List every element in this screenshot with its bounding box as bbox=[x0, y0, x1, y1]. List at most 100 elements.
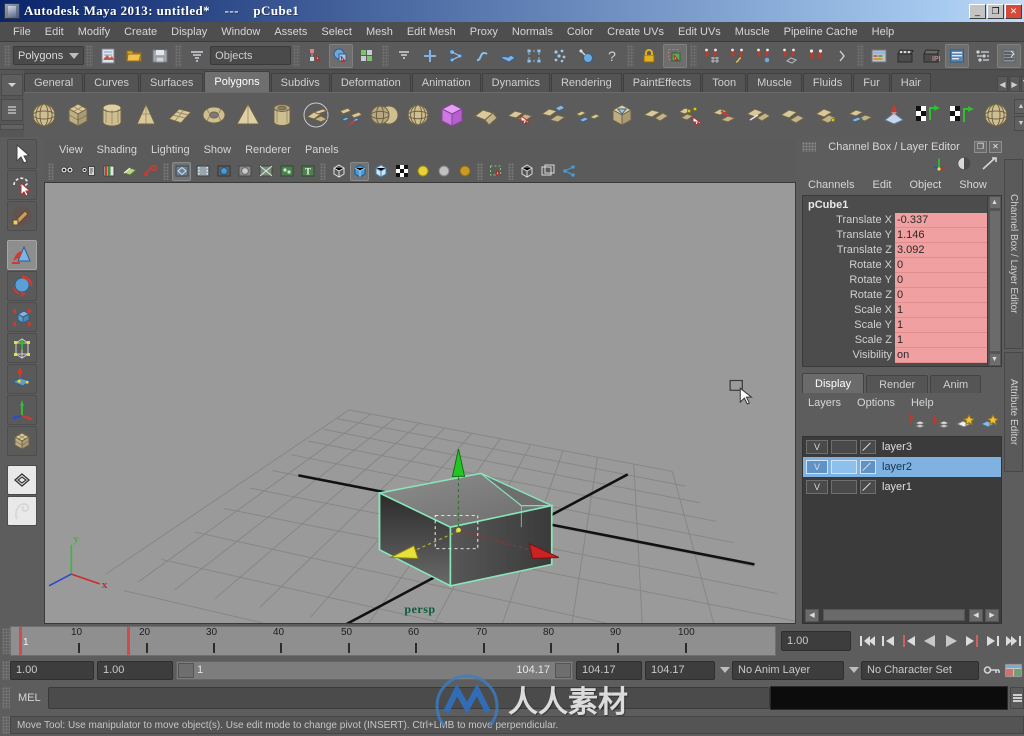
character-set-dropdown-icon[interactable] bbox=[847, 661, 861, 680]
side-tab-channel-box[interactable]: Channel Box / Layer Editor bbox=[1004, 159, 1023, 349]
go-to-start-icon[interactable] bbox=[856, 630, 877, 652]
viewport-menu-renderer[interactable]: Renderer bbox=[238, 143, 298, 157]
layer-editor-tab-render[interactable]: Render bbox=[866, 375, 929, 393]
shelf-tab-muscle[interactable]: Muscle bbox=[747, 73, 802, 92]
play-backwards-icon[interactable] bbox=[919, 630, 940, 652]
menu-help[interactable]: Help bbox=[865, 24, 902, 40]
menu-edit-uvs[interactable]: Edit UVs bbox=[671, 24, 728, 40]
construction-history-icon[interactable] bbox=[867, 44, 891, 68]
show-manipulators-icon[interactable] bbox=[931, 156, 948, 174]
channel-label[interactable]: Translate Z bbox=[803, 243, 895, 258]
lasso-select-tool-icon[interactable] bbox=[7, 170, 37, 200]
highlight-selection-icon[interactable] bbox=[663, 43, 687, 68]
viewport-menu-lighting[interactable]: Lighting bbox=[144, 143, 197, 157]
channel-row[interactable]: Translate X -0.337 bbox=[803, 213, 987, 228]
vp-grip-1[interactable] bbox=[48, 162, 54, 180]
universal-manipulator-icon[interactable] bbox=[7, 333, 37, 363]
menu-proxy[interactable]: Proxy bbox=[463, 24, 505, 40]
step-back-frame-icon[interactable] bbox=[877, 630, 898, 652]
shelf-tab-hair[interactable]: Hair bbox=[890, 73, 931, 92]
insert-edge-loop-icon[interactable] bbox=[810, 99, 842, 131]
menu-select[interactable]: Select bbox=[314, 24, 359, 40]
anim-layer-dropdown-icon[interactable] bbox=[718, 661, 732, 680]
range-bar-left-handle[interactable] bbox=[178, 662, 194, 678]
smooth-icon[interactable] bbox=[640, 99, 672, 131]
shelf-tab-rendering[interactable]: Rendering bbox=[550, 73, 622, 92]
step-forward-frame-icon[interactable] bbox=[982, 630, 1003, 652]
vp-grip-3[interactable] bbox=[320, 162, 326, 180]
poly-pipe-icon[interactable] bbox=[266, 99, 298, 131]
channel-value[interactable]: 1 bbox=[895, 303, 987, 318]
vp-grip-2[interactable] bbox=[163, 162, 169, 180]
menu-file[interactable]: File bbox=[6, 24, 38, 40]
layer-editor-tab-display[interactable]: Display bbox=[802, 373, 865, 393]
statusline-grip-5[interactable] bbox=[382, 44, 389, 67]
poly-helix-icon[interactable] bbox=[334, 99, 366, 131]
shelf-tab-dynamics[interactable]: Dynamics bbox=[481, 73, 550, 92]
channel-value[interactable]: 0 bbox=[895, 273, 987, 288]
poly-plane-icon[interactable] bbox=[164, 99, 196, 131]
poly-platonic-icon[interactable] bbox=[402, 99, 434, 131]
step-back-key-icon[interactable] bbox=[898, 630, 919, 652]
layer-visibility-toggle[interactable]: V bbox=[806, 440, 828, 454]
viewport-menu-show[interactable]: Show bbox=[197, 143, 239, 157]
create-uvs-icon[interactable] bbox=[912, 99, 944, 131]
layer-row[interactable]: Vlayer3 bbox=[803, 437, 1001, 457]
channel-row[interactable]: Scale Y1 bbox=[803, 318, 987, 333]
channel-label[interactable]: Visibility bbox=[803, 348, 895, 363]
menu-window[interactable]: Window bbox=[214, 24, 267, 40]
shelf-options-menu-button[interactable] bbox=[1, 99, 23, 121]
select-by-hierarchy-icon[interactable] bbox=[303, 44, 327, 68]
smooth-shade-all-icon[interactable] bbox=[350, 161, 369, 181]
channel-label[interactable]: Rotate Y bbox=[803, 273, 895, 288]
layer-name[interactable]: layer2 bbox=[879, 461, 912, 473]
open-tool-settings-icon[interactable] bbox=[971, 44, 995, 68]
channel-row[interactable]: Translate Z 3.092 bbox=[803, 243, 987, 258]
shelf-tab-polygons[interactable]: Polygons bbox=[204, 71, 270, 92]
split-polygon-icon[interactable] bbox=[844, 99, 876, 131]
channel-box-scrollbar[interactable]: ▲ ▼ bbox=[987, 196, 1001, 366]
layer-editor-menu-layers[interactable]: Layers bbox=[808, 397, 841, 409]
statusline-grip-8[interactable] bbox=[857, 44, 864, 67]
render-settings-icon[interactable] bbox=[945, 43, 969, 68]
paint-select-tool-icon[interactable] bbox=[7, 201, 37, 231]
ipr-render-icon[interactable]: IPR bbox=[919, 44, 943, 68]
menu-color[interactable]: Color bbox=[560, 24, 600, 40]
select-rendering-icon[interactable] bbox=[574, 44, 598, 68]
channel-label[interactable]: Translate X bbox=[803, 213, 895, 228]
smooth-shade-selected-icon[interactable] bbox=[371, 162, 390, 181]
new-scene-icon[interactable] bbox=[96, 44, 120, 68]
selection-mask-menu-icon[interactable] bbox=[185, 44, 209, 68]
channel-label[interactable]: Scale Z bbox=[803, 333, 895, 348]
layer-name[interactable]: layer3 bbox=[879, 441, 912, 453]
cut-faces-icon[interactable] bbox=[878, 99, 910, 131]
minimize-button[interactable]: _ bbox=[969, 3, 986, 19]
smooth-preview-icon[interactable] bbox=[538, 162, 557, 181]
menu-modify[interactable]: Modify bbox=[71, 24, 117, 40]
menu-normals[interactable]: Normals bbox=[505, 24, 560, 40]
shelf-tab-toon[interactable]: Toon bbox=[702, 73, 747, 92]
snap-to-projected-center-icon[interactable] bbox=[778, 44, 802, 68]
channel-row[interactable]: Rotate X0 bbox=[803, 258, 987, 273]
exposure-icon[interactable] bbox=[559, 162, 578, 181]
layer-scroll-thumb[interactable] bbox=[823, 609, 965, 621]
layout-hotbox-icon[interactable] bbox=[7, 496, 37, 526]
layer-display-type-icon[interactable] bbox=[860, 460, 876, 474]
go-to-end-icon[interactable] bbox=[1003, 630, 1024, 652]
viewport-menu-panels[interactable]: Panels bbox=[298, 143, 346, 157]
channel-value[interactable]: 0 bbox=[895, 258, 987, 273]
move-tool-icon[interactable] bbox=[7, 240, 37, 270]
lock-selection-icon[interactable] bbox=[637, 44, 661, 68]
channel-row[interactable]: Scale Z1 bbox=[803, 333, 987, 348]
selection-mask-field[interactable]: Objects bbox=[210, 46, 291, 65]
channel-box-close-button[interactable]: ✕ bbox=[989, 141, 1002, 153]
layout-single-perspective-icon[interactable] bbox=[7, 465, 37, 495]
shelf-tab-curves[interactable]: Curves bbox=[84, 73, 139, 92]
move-layer-up-icon[interactable] bbox=[908, 413, 927, 432]
poly-pyramid-icon[interactable] bbox=[232, 99, 264, 131]
poly-primitive-icon[interactable] bbox=[470, 99, 502, 131]
time-slider-grip[interactable] bbox=[2, 628, 10, 654]
shelf-scroll-up[interactable]: ▲ bbox=[1014, 99, 1024, 114]
menu-display[interactable]: Display bbox=[164, 24, 214, 40]
scale-tool-icon[interactable] bbox=[7, 302, 37, 332]
